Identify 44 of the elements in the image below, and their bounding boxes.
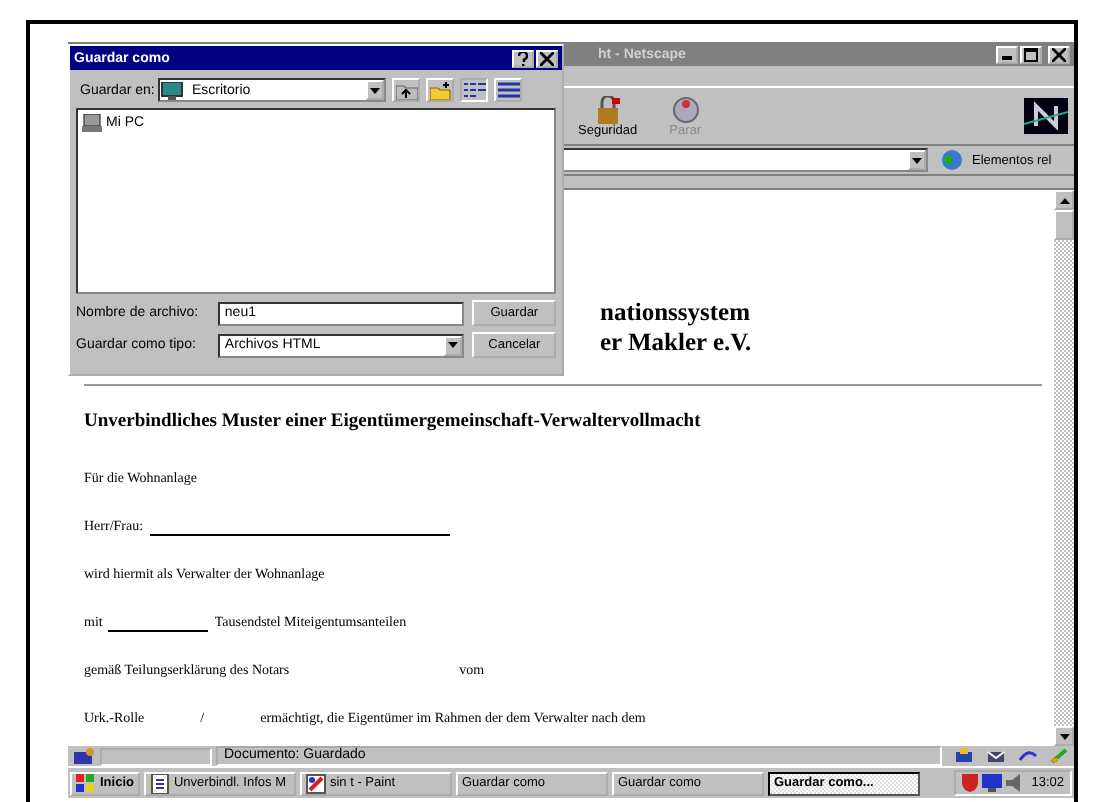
caret-icon	[448, 342, 459, 348]
paint-icon	[305, 773, 326, 793]
speaker-icon[interactable]	[1005, 774, 1022, 792]
monitor-icon[interactable]	[981, 774, 1002, 792]
padlock-icon	[593, 95, 622, 123]
stop-icon	[671, 95, 700, 123]
globe-icon	[936, 150, 968, 170]
document-icon	[149, 773, 170, 793]
details-view-button[interactable]	[494, 78, 522, 102]
new-folder-icon	[429, 81, 451, 99]
scroll-down-button[interactable]	[1054, 726, 1074, 746]
help-button[interactable]	[512, 49, 534, 67]
close-icon	[540, 51, 554, 65]
n-logo-icon	[1024, 98, 1068, 134]
up-folder-button[interactable]	[392, 78, 420, 102]
minimize-button[interactable]	[996, 45, 1018, 63]
down-arrow-icon	[1059, 733, 1069, 739]
computer-icon	[82, 114, 102, 132]
list-view-button[interactable]	[460, 78, 488, 102]
shield-icon[interactable]	[961, 774, 978, 792]
document-title: Unverbindliches Muster einer Eigentümergemeinschaft-Verwaltervollmacht	[84, 412, 703, 432]
folder-up-arrow-icon	[395, 81, 417, 99]
up-arrow-icon	[1059, 197, 1069, 203]
scrollbar[interactable]	[1054, 190, 1074, 746]
mail-icon[interactable]	[986, 748, 1006, 764]
windows-logo-icon	[76, 774, 96, 792]
caret-icon	[912, 157, 922, 163]
dropdown-button[interactable]	[366, 80, 384, 100]
list-view-icon	[463, 81, 485, 99]
close-button[interactable]	[536, 49, 558, 67]
scroll-thumb[interactable]	[1054, 210, 1074, 240]
scroll-up-button[interactable]	[1054, 190, 1074, 210]
dropdown-button[interactable]	[908, 150, 926, 170]
maximize-button[interactable]	[1020, 45, 1042, 63]
close-button[interactable]	[1048, 45, 1070, 63]
maximize-icon	[1024, 47, 1038, 61]
details-view-icon	[497, 81, 519, 99]
question-mark-icon	[518, 51, 528, 65]
close-icon	[1052, 47, 1066, 61]
new-folder-button[interactable]	[426, 78, 454, 102]
dropdown-button[interactable]	[444, 335, 463, 355]
caret-icon	[370, 87, 380, 93]
desktop-icon	[160, 81, 184, 99]
page-heading: nationssystem er Makler e.V.	[600, 298, 752, 358]
